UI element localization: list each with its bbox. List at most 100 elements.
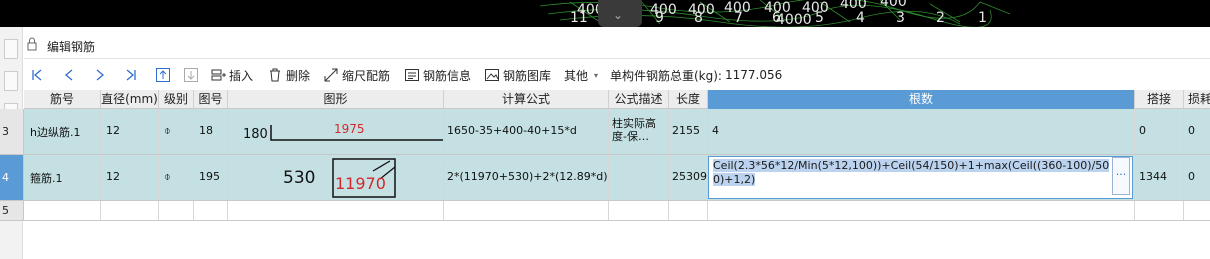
- insert-button[interactable]: 插入: [210, 66, 253, 84]
- cell-grade[interactable]: ⌽: [159, 109, 194, 154]
- cell-shape[interactable]: 530 11970: [228, 155, 444, 200]
- cell-loss[interactable]: 0: [1184, 155, 1210, 200]
- cell-bar-number[interactable]: 箍筋.1: [24, 155, 101, 200]
- info-list-icon: [405, 69, 419, 81]
- cell-lap[interactable]: [1135, 201, 1184, 220]
- caret-down-icon: ▾: [594, 70, 599, 80]
- table-row[interactable]: 5: [0, 201, 1210, 221]
- delete-button[interactable]: 删除: [267, 66, 310, 84]
- total-weight-value: 1177.056: [724, 68, 783, 82]
- cell-formula[interactable]: 2*(11970+530)+2*(12.89*d): [444, 155, 609, 200]
- col-header-figure-no[interactable]: 图号: [194, 90, 228, 109]
- cell-length[interactable]: 25309: [669, 155, 708, 200]
- gutter-tab[interactable]: [4, 71, 18, 91]
- shape-dim-b: 1975: [334, 122, 365, 136]
- loss-value: 0: [1188, 124, 1195, 137]
- trash-icon: [270, 68, 280, 82]
- cell-formula[interactable]: [444, 201, 609, 220]
- cell-diameter[interactable]: 12: [101, 155, 159, 200]
- table-row[interactable]: 4 箍筋.1 12 ⌽ 195 530 11970 2*(11970+530)+…: [0, 155, 1210, 201]
- count-formula-editor[interactable]: Ceil(2.3*56*12/Min(5*12,100))+Ceil(54/15…: [708, 156, 1133, 199]
- move-down-button[interactable]: [184, 66, 198, 84]
- shape-dim-b: 11970: [335, 174, 386, 193]
- prev-record-button[interactable]: [62, 66, 76, 84]
- cell-formula-desc[interactable]: [609, 155, 669, 200]
- cell-diameter[interactable]: [101, 201, 159, 220]
- cell-lap[interactable]: 0: [1135, 109, 1184, 154]
- rebar-library-label: 钢筋图库: [503, 68, 552, 83]
- cad-axis-num: 6: [772, 10, 781, 26]
- scale-label: 缩尺配筋: [342, 68, 391, 83]
- scale-icon: [324, 68, 338, 82]
- cad-axis-num: 2: [936, 10, 945, 26]
- cell-lap[interactable]: 1344: [1135, 155, 1184, 200]
- bar-name: h边纵筋.1: [30, 126, 81, 139]
- length-value: 2155: [672, 124, 700, 137]
- table-row[interactable]: 3 h边纵筋.1 12 ⌽ 18 180 1975 1650-35+400-40…: [0, 109, 1210, 155]
- formula-text: 2*(11970+530)+2*(12.89*d): [447, 170, 608, 183]
- delete-label: 删除: [286, 68, 311, 83]
- cell-length[interactable]: 2155: [669, 109, 708, 154]
- arrow-down-icon: [184, 68, 198, 82]
- col-header-lap[interactable]: 搭接: [1135, 90, 1184, 109]
- col-header-formula[interactable]: 计算公式: [444, 90, 609, 109]
- next-record-button[interactable]: [93, 66, 107, 84]
- cell-figure-no[interactable]: 18: [194, 109, 228, 154]
- col-header-length[interactable]: 长度: [669, 90, 708, 109]
- row-number[interactable]: 5: [0, 201, 24, 221]
- cell-length[interactable]: [669, 201, 708, 220]
- image-library-icon: [485, 69, 499, 81]
- cell-figure-no[interactable]: [194, 201, 228, 220]
- cell-grade[interactable]: ⌽: [159, 155, 194, 200]
- cell-loss[interactable]: 0: [1184, 109, 1210, 154]
- total-weight: 单构件钢筋总重(kg): 1177.056: [610, 66, 782, 84]
- col-header-formula-desc[interactable]: 公式描述: [609, 90, 669, 109]
- diameter-value: 12: [106, 170, 120, 183]
- move-up-button[interactable]: [156, 66, 170, 84]
- first-icon: [32, 69, 42, 81]
- cell-shape[interactable]: 180 1975: [228, 109, 444, 154]
- cell-grade[interactable]: [159, 201, 194, 220]
- row-number[interactable]: 3: [0, 109, 24, 155]
- collapse-handle[interactable]: ⌄: [598, 0, 642, 27]
- cad-dim-center: 4000: [776, 12, 812, 27]
- col-header-diameter[interactable]: 直径(mm): [101, 90, 159, 109]
- other-dropdown[interactable]: 其他 ▾: [564, 66, 598, 84]
- arrow-up-icon: [156, 68, 170, 82]
- cell-bar-number[interactable]: [24, 201, 101, 220]
- cell-formula-desc[interactable]: 柱实际高度-保…: [609, 109, 669, 154]
- insert-row-icon: [211, 69, 226, 81]
- cad-axis-num: 5: [815, 10, 824, 26]
- cell-diameter[interactable]: 12: [101, 109, 159, 154]
- cell-figure-no[interactable]: 195: [194, 155, 228, 200]
- cell-count[interactable]: 4: [708, 109, 1135, 154]
- col-header-count[interactable]: 根数: [708, 90, 1135, 109]
- first-record-button[interactable]: [30, 66, 44, 84]
- scale-rebar-button[interactable]: 缩尺配筋: [323, 66, 390, 84]
- cell-formula-desc[interactable]: [609, 201, 669, 220]
- total-weight-label: 单构件钢筋总重(kg):: [610, 68, 722, 83]
- rebar-library-button[interactable]: 钢筋图库: [484, 66, 551, 84]
- last-record-button[interactable]: [124, 66, 138, 84]
- col-header-bar-number[interactable]: 筋号: [24, 90, 101, 109]
- cell-loss[interactable]: [1184, 201, 1210, 220]
- lock-icon[interactable]: [27, 37, 37, 51]
- formula-ellipsis-button[interactable]: ···: [1112, 157, 1130, 195]
- length-value: 25309: [672, 170, 707, 183]
- row-number[interactable]: 4: [0, 155, 24, 201]
- gutter-tab[interactable]: [4, 39, 18, 59]
- cell-bar-number[interactable]: h边纵筋.1: [24, 109, 101, 154]
- cell-formula[interactable]: 1650-35+400-40+15*d: [444, 109, 609, 154]
- diameter-value: 12: [106, 124, 120, 137]
- cell-count[interactable]: [708, 201, 1135, 220]
- cad-viewport[interactable]: 400 400 400 400 400 400 400 400 400 4000…: [0, 0, 1210, 27]
- rebar-info-button[interactable]: 钢筋信息: [404, 66, 471, 84]
- col-header-shape[interactable]: 图形: [228, 90, 444, 109]
- cad-axis-num: 9: [655, 10, 664, 26]
- col-header-loss[interactable]: 损耗: [1184, 90, 1210, 109]
- col-header-grade[interactable]: 级别: [159, 90, 194, 109]
- cad-axis-num: 3: [896, 10, 905, 26]
- bar-name: 箍筋.1: [30, 172, 63, 185]
- cad-axis-num: 7: [734, 10, 743, 26]
- cell-shape[interactable]: [228, 201, 444, 220]
